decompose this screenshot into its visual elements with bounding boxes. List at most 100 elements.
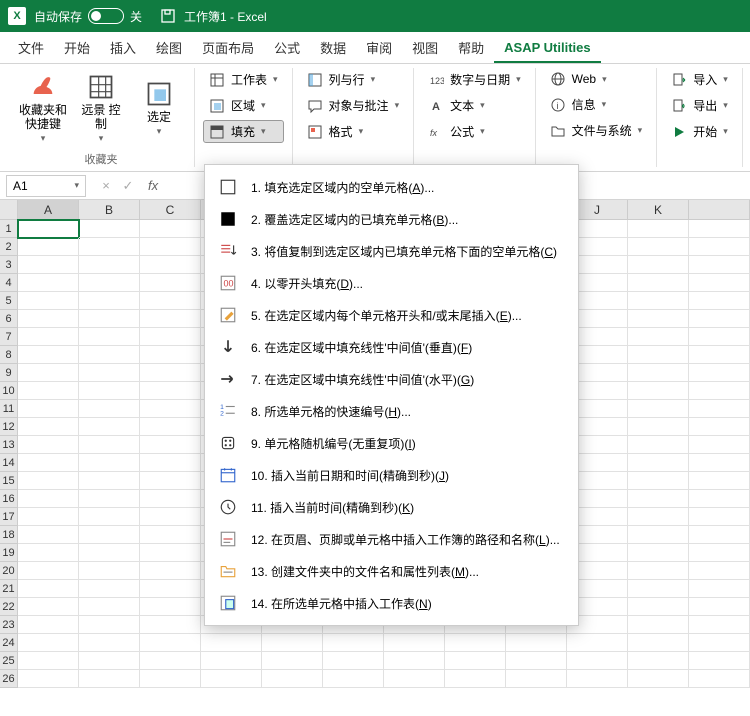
cell[interactable] [628,364,689,382]
cell[interactable] [140,418,201,436]
cell[interactable] [628,274,689,292]
cell[interactable] [79,310,140,328]
cell[interactable] [689,400,750,418]
cell[interactable] [140,238,201,256]
cell[interactable] [79,256,140,274]
cell[interactable] [18,310,79,328]
cell[interactable] [689,274,750,292]
cell[interactable] [140,598,201,616]
cell[interactable] [445,634,506,652]
cell[interactable] [689,454,750,472]
row-header[interactable]: 11 [0,400,18,418]
cell[interactable] [445,670,506,688]
formula-button[interactable]: fx公式▾ [422,120,527,143]
dropdown-item[interactable]: 004. 以零开头填充(D)... [205,267,578,299]
text-button[interactable]: A文本▾ [422,94,527,117]
dropdown-item[interactable]: 10. 插入当前日期和时间(精确到秒)(J) [205,459,578,491]
cell[interactable] [140,526,201,544]
cell[interactable] [140,364,201,382]
cell[interactable] [628,418,689,436]
cell[interactable] [18,508,79,526]
cell[interactable] [689,634,750,652]
cell[interactable] [79,544,140,562]
cell[interactable] [628,454,689,472]
web-button[interactable]: Web▾ [544,68,649,90]
row-header[interactable]: 10 [0,382,18,400]
cell[interactable] [18,526,79,544]
save-icon[interactable] [160,8,176,24]
cell[interactable] [18,634,79,652]
cell[interactable] [140,652,201,670]
cell[interactable] [628,400,689,418]
cell[interactable] [18,598,79,616]
dropdown-item[interactable]: 11. 插入当前时间(精确到秒)(K) [205,491,578,523]
cell[interactable] [79,382,140,400]
cell[interactable] [567,634,628,652]
cell[interactable] [140,454,201,472]
row-header[interactable]: 25 [0,652,18,670]
worksheet-button[interactable]: 工作表▾ [203,68,284,91]
cell[interactable] [18,292,79,310]
cell[interactable] [79,364,140,382]
cell[interactable] [140,562,201,580]
cell[interactable] [628,598,689,616]
cell[interactable] [628,346,689,364]
row-header[interactable]: 16 [0,490,18,508]
cell[interactable] [140,382,201,400]
file-system-button[interactable]: 文件与系统▾ [544,119,649,142]
column-header[interactable]: B [79,200,140,220]
cell[interactable] [18,472,79,490]
cell[interactable] [18,580,79,598]
cell[interactable] [79,652,140,670]
cell[interactable] [18,652,79,670]
cell[interactable] [18,220,79,238]
row-header[interactable]: 7 [0,328,18,346]
cell[interactable] [18,256,79,274]
tab-ASAP Utilities[interactable]: ASAP Utilities [494,34,600,63]
cell[interactable] [628,652,689,670]
cell[interactable] [79,616,140,634]
dropdown-item[interactable]: 3. 将值复制到选定区域内已填充单元格下面的空单元格(C) [205,235,578,267]
cell[interactable] [689,328,750,346]
cell[interactable] [79,292,140,310]
cell[interactable] [628,490,689,508]
cell[interactable] [689,508,750,526]
tab-页面布局[interactable]: 页面布局 [192,32,264,63]
cell[interactable] [689,364,750,382]
tab-数据[interactable]: 数据 [310,32,356,63]
cell[interactable] [506,670,567,688]
cell[interactable] [628,436,689,454]
cell[interactable] [18,562,79,580]
cell[interactable] [201,634,262,652]
cell[interactable] [79,400,140,418]
cell[interactable] [689,562,750,580]
cell[interactable] [384,634,445,652]
cell[interactable] [201,652,262,670]
fx-label[interactable]: fx [142,178,164,193]
cell[interactable] [79,562,140,580]
cell[interactable] [18,436,79,454]
cell[interactable] [262,634,323,652]
cell[interactable] [79,670,140,688]
tab-插入[interactable]: 插入 [100,32,146,63]
column-header[interactable]: A [18,200,79,220]
cell[interactable] [628,562,689,580]
row-header[interactable]: 26 [0,670,18,688]
cell[interactable] [262,670,323,688]
cell[interactable] [323,670,384,688]
row-header[interactable]: 19 [0,544,18,562]
tab-开始[interactable]: 开始 [54,32,100,63]
start-button[interactable]: 开始▾ [665,120,734,143]
row-header[interactable]: 20 [0,562,18,580]
cell[interactable] [79,274,140,292]
cell[interactable] [18,382,79,400]
name-box[interactable]: A1 ▾ [6,175,86,197]
cell[interactable] [628,310,689,328]
cell[interactable] [262,652,323,670]
tab-公式[interactable]: 公式 [264,32,310,63]
cell[interactable] [140,544,201,562]
dropdown-item[interactable]: 5. 在选定区域内每个单元格开头和/或末尾插入(E)... [205,299,578,331]
cell[interactable] [628,220,689,238]
cell[interactable] [79,346,140,364]
cell[interactable] [18,364,79,382]
